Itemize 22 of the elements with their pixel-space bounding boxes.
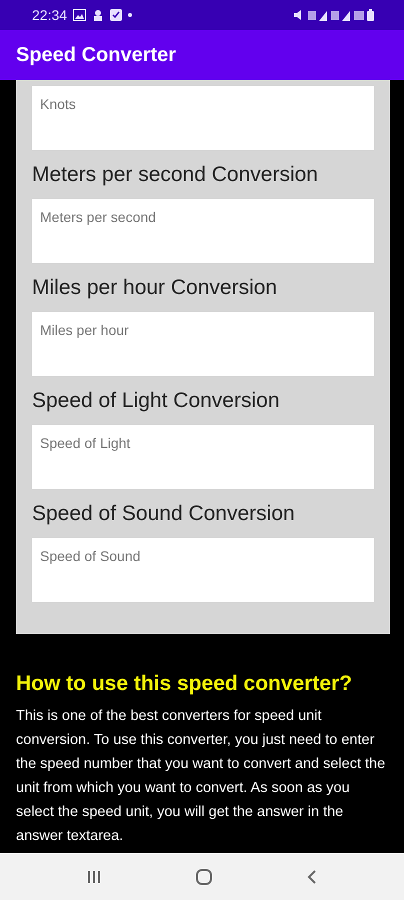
image-icon [73, 9, 86, 21]
section-heading: Speed of Light Conversion [32, 388, 280, 414]
input-field[interactable]: Knots [32, 86, 374, 150]
signal-icon [331, 9, 351, 21]
help-paragraph: This is one of the best converters for speed unit conversion. To use this converter, you just need to enter the speed number that you want to convert and select the unit from which you want to convert. As soon as you select the speed unit, you will get the answer in the answer textarea. [16, 707, 386, 846]
input-field[interactable]: Speed of Sound [32, 538, 374, 602]
app-title: Speed Converter [16, 44, 176, 66]
signal-icon [308, 9, 328, 21]
section-heading: Meters per second Conversion [32, 162, 319, 188]
recent-apps-icon[interactable] [86, 870, 102, 884]
section-heading: Speed of Sound Conversion [32, 500, 296, 526]
input-field[interactable]: Miles per hour [32, 312, 374, 376]
dot-icon [128, 13, 132, 17]
status-time: 22:34 [32, 7, 68, 23]
checkbox-icon [110, 9, 122, 21]
section-heading: Miles per hour Conversion [32, 274, 278, 300]
back-icon[interactable] [306, 868, 318, 884]
help-title: How to use this speed converter? [16, 672, 354, 696]
battery-icon [367, 9, 374, 21]
input-field[interactable]: Speed of Light [32, 425, 374, 489]
input-field[interactable]: Meters per second [32, 199, 374, 263]
home-icon[interactable] [194, 868, 213, 886]
